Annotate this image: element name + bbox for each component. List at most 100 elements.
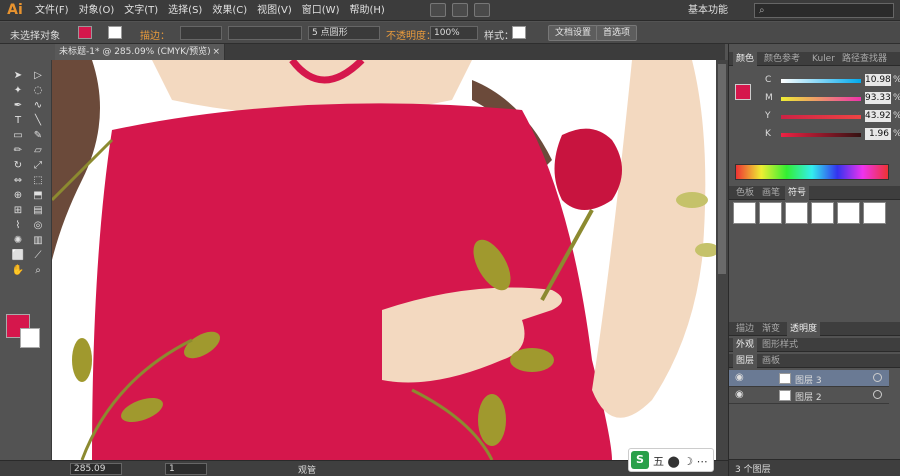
artboard-number-input[interactable]: 1 xyxy=(165,463,207,475)
eyedropper-tool-icon[interactable]: ⌇ xyxy=(8,218,28,233)
brush-dropdown[interactable]: 5 点圆形 xyxy=(308,26,380,40)
target-icon[interactable] xyxy=(873,373,882,382)
yellow-value[interactable]: 43.92 xyxy=(865,110,891,122)
tab-color-guide[interactable]: 颜色参考 xyxy=(761,52,803,66)
symbol-item[interactable] xyxy=(863,202,886,224)
perspective-tool-icon[interactable]: ⬒ xyxy=(28,188,48,203)
variable-width-dropdown[interactable] xyxy=(228,26,302,40)
mesh-tool-icon[interactable]: ⊞ xyxy=(8,203,28,218)
tab-kuler[interactable]: Kuler xyxy=(809,52,838,66)
bridge-icon[interactable] xyxy=(430,3,446,17)
tab-pathfinder[interactable]: 路径查找器 xyxy=(839,52,890,66)
slider-magenta[interactable]: M 93.33 % xyxy=(739,92,900,106)
direct-selection-tool-icon[interactable]: ▷ xyxy=(28,68,48,83)
lasso-tool-icon[interactable]: ◌ xyxy=(28,83,48,98)
yellow-bar[interactable] xyxy=(781,115,861,119)
zoom-tool-icon[interactable]: ⌕ xyxy=(28,263,48,278)
stroke-label[interactable]: 描边： xyxy=(140,27,170,42)
paintbrush-tool-icon[interactable]: ✎ xyxy=(28,128,48,143)
symbol-item[interactable] xyxy=(759,202,782,224)
eye-icon[interactable]: ◉ xyxy=(735,389,744,400)
tab-artboards[interactable]: 画板 xyxy=(759,354,783,368)
tab-graphic-styles[interactable]: 图形样式 xyxy=(759,338,801,352)
blend-tool-icon[interactable]: ◎ xyxy=(28,218,48,233)
layer-row[interactable]: ◉ 图层 2 xyxy=(729,387,889,404)
artboard-canvas[interactable] xyxy=(52,60,716,460)
stroke-swatch[interactable] xyxy=(108,26,122,39)
preferences-button[interactable]: 首选项 xyxy=(596,25,638,41)
symbol-item[interactable] xyxy=(837,202,860,224)
menu-effect[interactable]: 效果(C) xyxy=(207,0,252,21)
zoom-input[interactable]: 285.09 xyxy=(70,463,122,475)
menu-type[interactable]: 文字(T) xyxy=(119,0,163,21)
menu-help[interactable]: 帮助(H) xyxy=(344,0,389,21)
magenta-value[interactable]: 93.33 xyxy=(865,92,891,104)
menu-select[interactable]: 选择(S) xyxy=(163,0,207,21)
slider-cyan[interactable]: C 10.98 % xyxy=(739,74,900,88)
gpu-icon[interactable] xyxy=(474,3,490,17)
symbol-item[interactable] xyxy=(811,202,834,224)
tab-layers[interactable]: 图层 xyxy=(733,354,758,368)
tab-transparency[interactable]: 透明度 xyxy=(787,322,821,336)
symbol-sprayer-tool-icon[interactable]: ✺ xyxy=(8,233,28,248)
black-value[interactable]: 1.96 xyxy=(865,128,891,140)
hand-tool-icon[interactable]: ✋ xyxy=(8,263,28,278)
tab-stroke[interactable]: 描边 xyxy=(733,322,757,336)
black-bar[interactable] xyxy=(781,133,861,137)
vertical-scrollbar[interactable] xyxy=(716,60,728,460)
pencil-tool-icon[interactable]: ✏ xyxy=(8,143,28,158)
current-tool-status[interactable]: 观管 xyxy=(298,463,316,476)
tab-gradient[interactable]: 渐变 xyxy=(759,322,783,336)
gradient-tool-icon[interactable]: ▤ xyxy=(28,203,48,218)
document-tab[interactable]: 未标题-1* @ 285.09% (CMYK/预览) × xyxy=(55,44,225,60)
workspace-switcher[interactable]: 基本功能 xyxy=(688,4,728,17)
stroke-color-box[interactable] xyxy=(20,328,40,348)
opacity-input[interactable]: 100% xyxy=(430,26,478,40)
artboard-tool-icon[interactable]: ⬜ xyxy=(8,248,28,263)
magenta-bar[interactable] xyxy=(781,97,861,101)
graph-tool-icon[interactable]: ▥ xyxy=(28,233,48,248)
tab-brushes[interactable]: 画笔 xyxy=(759,186,783,200)
rotate-tool-icon[interactable]: ↻ xyxy=(8,158,28,173)
fill-swatch[interactable] xyxy=(78,26,92,39)
tab-appearance[interactable]: 外观 xyxy=(733,338,758,352)
sogou-ime-icon[interactable]: S xyxy=(631,451,649,469)
tab-swatches[interactable]: 色板 xyxy=(733,186,757,200)
tab-symbols[interactable]: 符号 xyxy=(785,186,810,200)
width-tool-icon[interactable]: ⇔ xyxy=(8,173,28,188)
close-icon[interactable]: × xyxy=(212,44,220,60)
eye-icon[interactable]: ◉ xyxy=(735,372,744,383)
free-transform-tool-icon[interactable]: ⬚ xyxy=(28,173,48,188)
pen-tool-icon[interactable]: ✒ xyxy=(8,98,28,113)
search-input[interactable]: ⌕ xyxy=(754,3,894,18)
menu-object[interactable]: 对象(O) xyxy=(74,0,120,21)
magic-wand-tool-icon[interactable]: ✦ xyxy=(8,83,28,98)
eraser-tool-icon[interactable]: ▱ xyxy=(28,143,48,158)
selection-tool-icon[interactable]: ➤ xyxy=(8,68,28,83)
type-tool-icon[interactable]: T xyxy=(8,113,28,128)
slider-black[interactable]: K 1.96 % xyxy=(739,128,900,142)
scale-tool-icon[interactable]: ⤢ xyxy=(28,158,48,173)
graphic-style-swatch[interactable] xyxy=(512,26,526,39)
slice-tool-icon[interactable]: ⟋ xyxy=(28,248,48,263)
layer-row[interactable]: ◉ 图层 3 xyxy=(729,370,889,387)
target-icon[interactable] xyxy=(873,390,882,399)
cyan-bar[interactable] xyxy=(781,79,861,83)
rectangle-tool-icon[interactable]: ▭ xyxy=(8,128,28,143)
stroke-weight-dropdown[interactable] xyxy=(180,26,222,40)
curvature-tool-icon[interactable]: ∿ xyxy=(28,98,48,113)
color-spectrum[interactable] xyxy=(735,164,889,180)
slider-yellow[interactable]: Y 43.92 % xyxy=(739,110,900,124)
symbol-item[interactable] xyxy=(785,202,808,224)
menu-window[interactable]: 窗口(W) xyxy=(297,0,345,21)
document-setup-button[interactable]: 文档设置 xyxy=(548,25,599,41)
scroll-thumb[interactable] xyxy=(718,64,726,274)
symbol-item[interactable] xyxy=(733,202,756,224)
cyan-value[interactable]: 10.98 xyxy=(865,74,891,86)
shape-builder-tool-icon[interactable]: ⊕ xyxy=(8,188,28,203)
menu-view[interactable]: 视图(V) xyxy=(252,0,297,21)
arrange-icon[interactable] xyxy=(452,3,468,17)
tab-color[interactable]: 颜色 xyxy=(733,52,758,66)
ime-toolbar[interactable]: S 五 ⬤ ☽ ⋯ xyxy=(628,448,714,472)
line-tool-icon[interactable]: ╲ xyxy=(28,113,48,128)
